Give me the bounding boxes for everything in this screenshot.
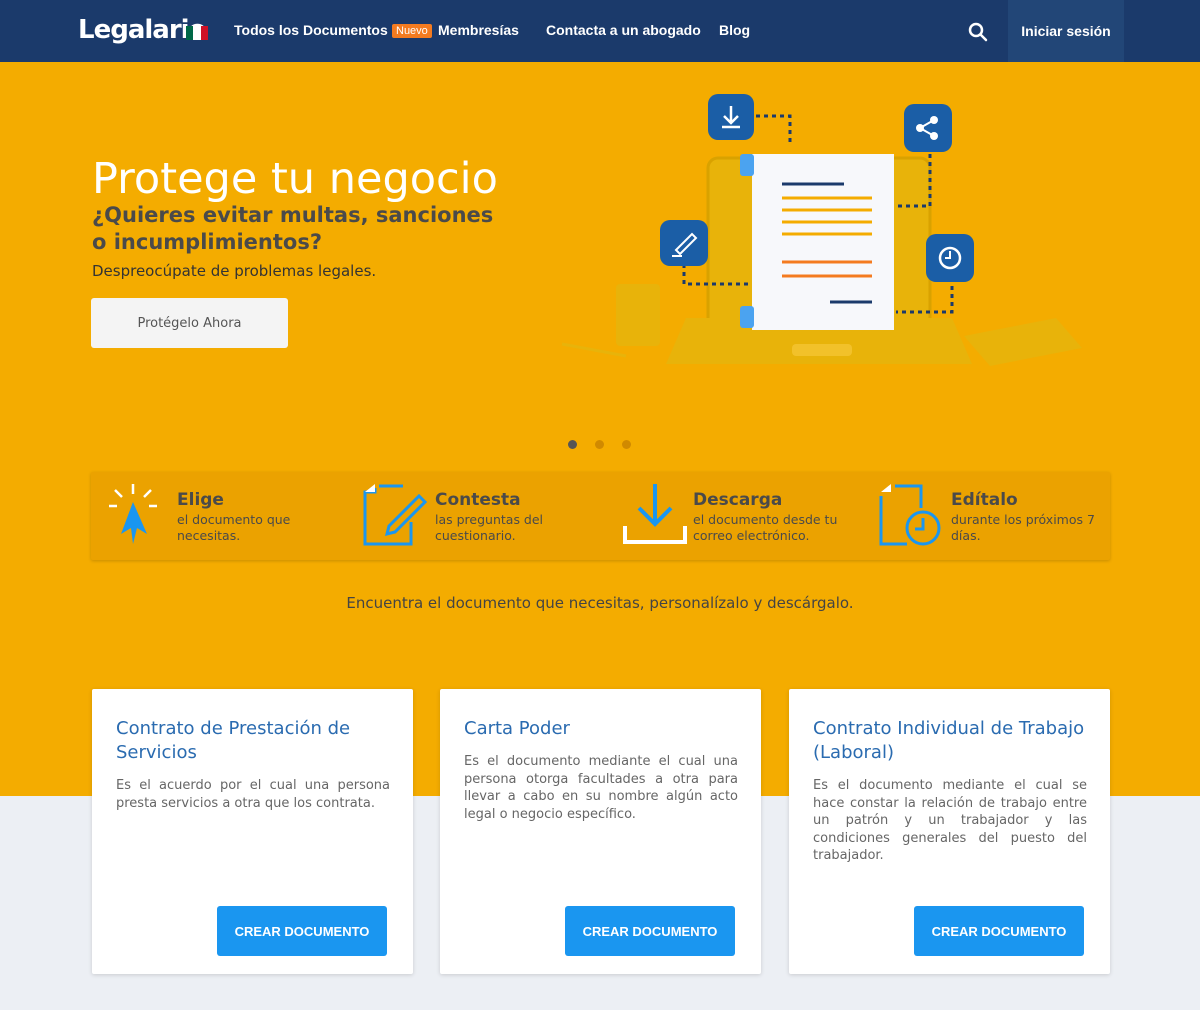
nav-link-documents[interactable]: Todos los Documentos (234, 22, 388, 38)
step-title: Edítalo (951, 490, 1018, 510)
step-description: las preguntas del cuestionario. (435, 512, 544, 543)
hero-subtitle: ¿Quieres evitar multas, sanciones o incu… (92, 203, 494, 254)
card-description: Es el documento mediante el cual se hace… (813, 778, 1087, 863)
carousel-dots (568, 440, 631, 449)
nav-link-memberships[interactable]: Membresías (438, 22, 519, 38)
document-card: Contrato Individual de Trabajo (Laboral)… (789, 689, 1110, 974)
laptop-document-illustration (561, 94, 1082, 366)
create-document-button[interactable]: CREAR DOCUMENTO (217, 906, 387, 956)
search-icon[interactable] (968, 22, 988, 42)
card-description: Es el documento mediante el cual una per… (464, 754, 738, 822)
nav-link-blog[interactable]: Blog (719, 22, 750, 38)
step-descarga: Descarga el documento desde tu correo el… (607, 472, 857, 560)
top-nav: Legalario Todos los Documentos Nuevo Mem… (0, 0, 1200, 62)
card-title[interactable]: Contrato Individual de Trabajo (Laboral) (813, 717, 1093, 765)
carousel-dot-3[interactable] (622, 440, 631, 449)
card-title[interactable]: Carta Poder (464, 717, 744, 741)
login-button[interactable]: Iniciar sesión (1008, 0, 1124, 62)
step-description: durante los próximos 7 días. (951, 512, 1095, 543)
cursor-click-icon (109, 484, 157, 544)
step-title: Elige (177, 490, 224, 510)
step-description: el documento que necesitas. (177, 512, 291, 543)
document-card: Contrato de Prestación de Servicios Es e… (92, 689, 413, 974)
step-contesta: Contesta las preguntas del cuestionario. (349, 472, 599, 560)
document-edit-icon (363, 484, 428, 546)
step-elige: Elige el documento que necesitas. (91, 472, 341, 560)
step-title: Contesta (435, 490, 521, 510)
document-clock-icon (879, 484, 941, 546)
download-icon (623, 484, 687, 544)
document-card: Carta Poder Es el documento mediante el … (440, 689, 761, 974)
nav-link-lawyer[interactable]: Contacta a un abogado (546, 22, 701, 38)
new-badge: Nuevo (392, 24, 432, 38)
protect-now-button[interactable]: Protégelo Ahora (91, 298, 288, 348)
step-description: el documento desde tu correo electrónico… (693, 512, 838, 543)
carousel-dot-1[interactable] (568, 440, 577, 449)
steps-bar: Elige el documento que necesitas. Contes… (91, 472, 1110, 560)
tagline: Encuentra el documento que necesitas, pe… (346, 594, 854, 612)
hero-description: Despreocúpate de problemas legales. (92, 262, 377, 280)
create-document-button[interactable]: CREAR DOCUMENTO (565, 906, 735, 956)
step-editalo: Edítalo durante los próximos 7 días. (865, 472, 1115, 560)
carousel-dot-2[interactable] (595, 440, 604, 449)
mexico-flag-icon (186, 26, 208, 40)
create-document-button[interactable]: CREAR DOCUMENTO (914, 906, 1084, 956)
card-title[interactable]: Contrato de Prestación de Servicios (116, 717, 396, 765)
step-title: Descarga (693, 490, 783, 510)
card-description: Es el acuerdo por el cual una persona pr… (116, 778, 390, 811)
hero-section: Protege tu negocio ¿Quieres evitar multa… (0, 62, 1200, 796)
hero-title: Protege tu negocio (92, 154, 498, 204)
